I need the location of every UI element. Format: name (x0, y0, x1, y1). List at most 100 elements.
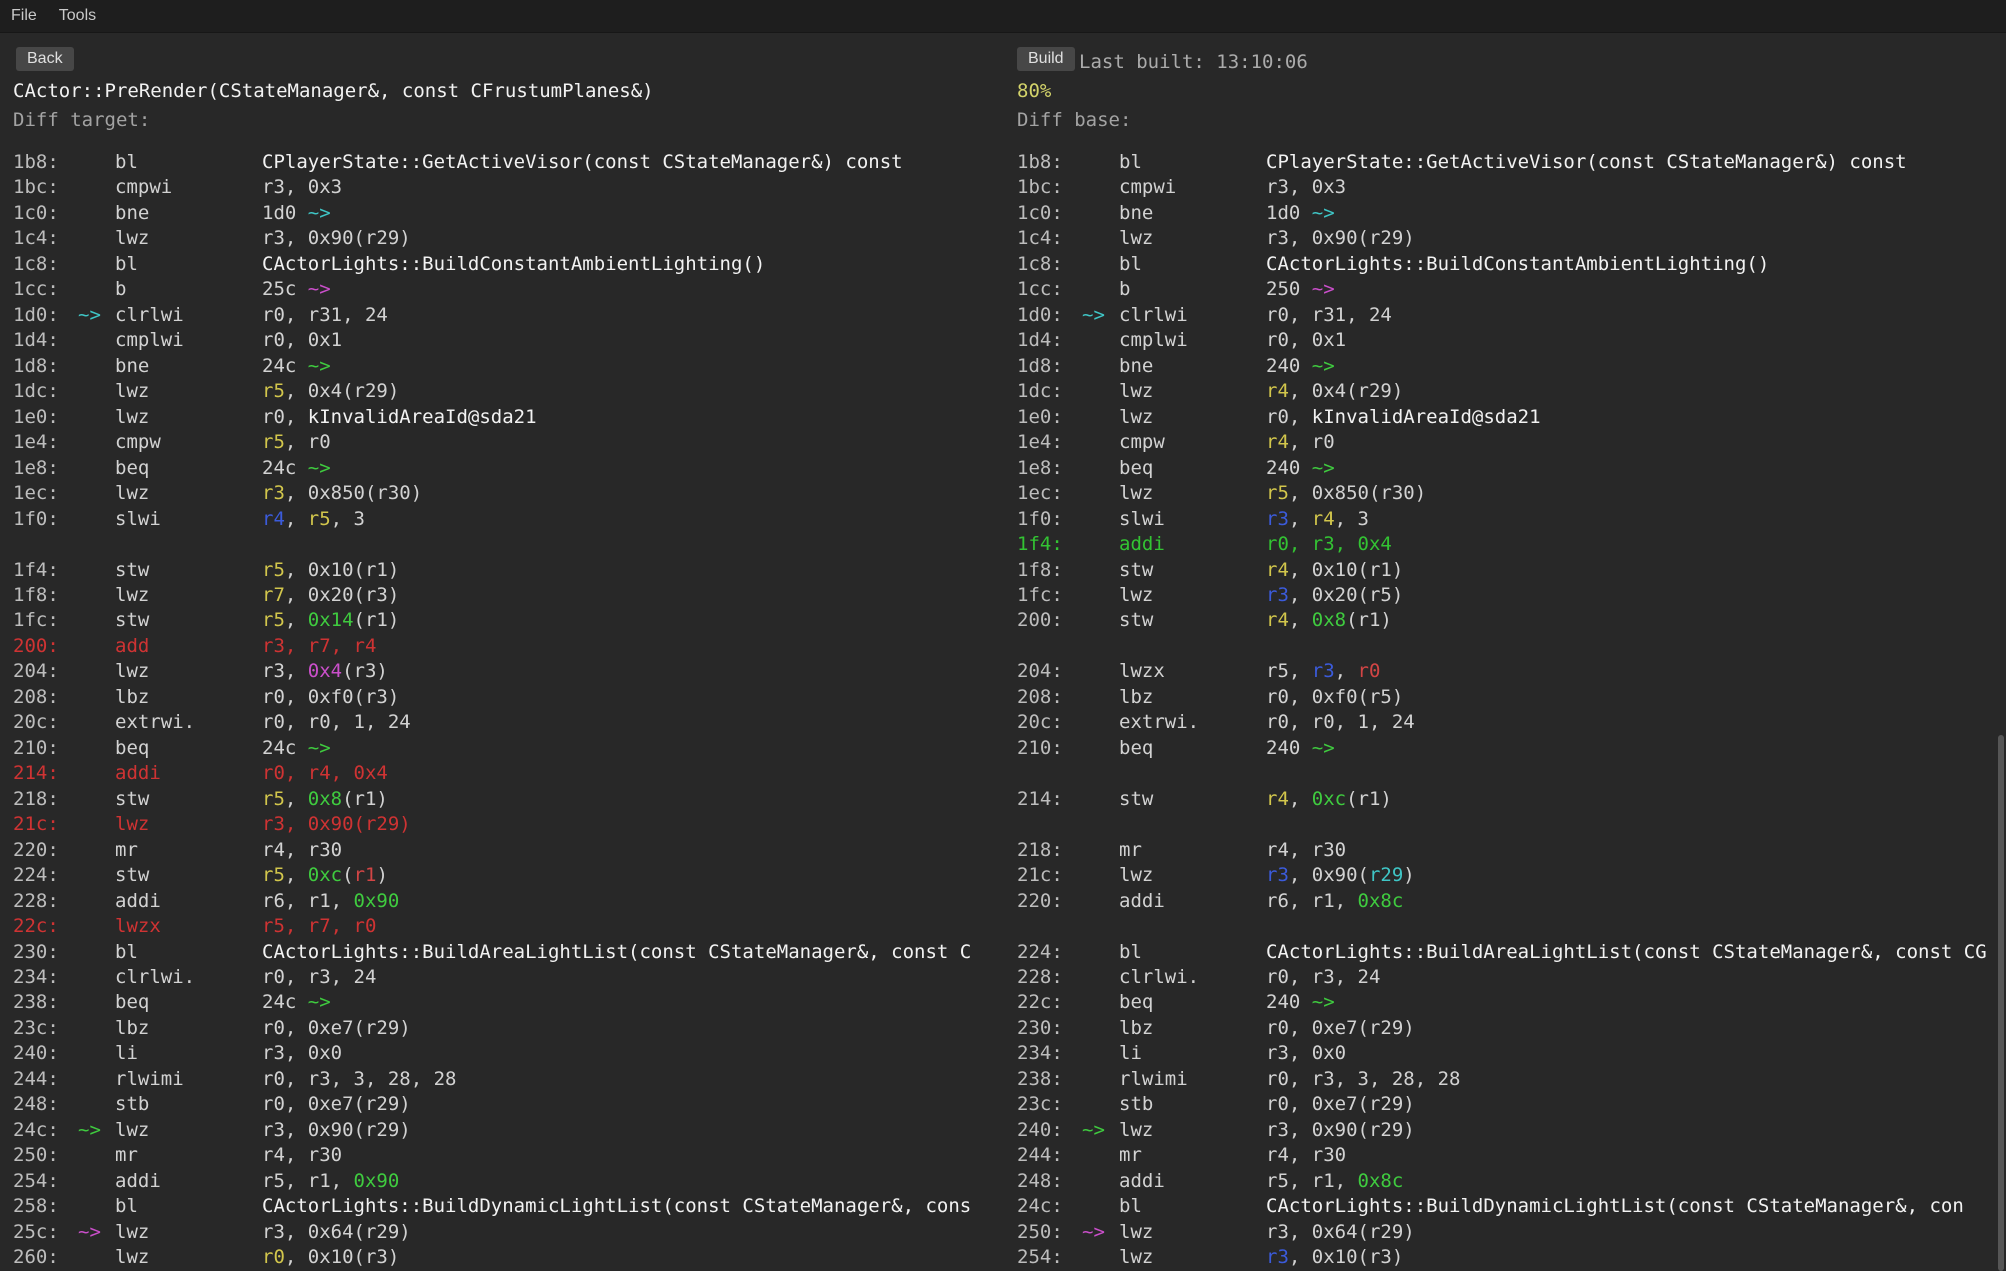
asm-row[interactable]: 21c:lwzr3, 0x90(r29) (13, 812, 1004, 837)
asm-row[interactable]: 218:mrr4, r30 (1017, 838, 1997, 863)
asm-row[interactable]: 1ec:lwzr3, 0x850(r30) (13, 481, 1004, 506)
asm-token: r5 (262, 864, 285, 886)
asm-row[interactable]: 1f0:slwir3, r4, 3 (1017, 507, 1997, 532)
asm-row[interactable]: 208:lbzr0, 0xf0(r3) (13, 685, 1004, 710)
asm-row[interactable]: 208:lbzr0, 0xf0(r5) (1017, 685, 1997, 710)
asm-row[interactable]: 238:beq24c ~> (13, 990, 1004, 1015)
asm-row[interactable]: 254:addir5, r1, 0x90 (13, 1169, 1004, 1194)
asm-row[interactable]: 1bc:cmpwir3, 0x3 (1017, 175, 1997, 200)
asm-row[interactable]: 1ec:lwzr5, 0x850(r30) (1017, 481, 1997, 506)
asm-row[interactable]: 224:stwr5, 0xc(r1) (13, 863, 1004, 888)
asm-row[interactable]: 260:lwzr0, 0x10(r3) (13, 1245, 1004, 1270)
asm-row[interactable]: 23c:lbzr0, 0xe7(r29) (13, 1016, 1004, 1041)
asm-row[interactable]: 20c:extrwi.r0, r0, 1, 24 (1017, 710, 1997, 735)
asm-row[interactable]: 1cc:b25c ~> (13, 277, 1004, 302)
asm-row[interactable]: 1f0:slwir4, r5, 3 (13, 507, 1004, 532)
asm-row[interactable]: 214:addir0, r4, 0x4 (13, 761, 1004, 786)
asm-row[interactable]: 1e4:cmpwr4, r0 (1017, 430, 1997, 455)
asm-row[interactable]: 220:addir6, r1, 0x8c (1017, 889, 1997, 914)
asm-row[interactable]: 230:lbzr0, 0xe7(r29) (1017, 1016, 1997, 1041)
asm-row[interactable]: 22c:lwzxr5, r7, r0 (13, 914, 1004, 939)
asm-row[interactable]: 24c:blCActorLights::BuildDynamicLightLis… (1017, 1194, 1997, 1219)
asm-row[interactable]: 224:blCActorLights::BuildAreaLightList(c… (1017, 940, 1997, 965)
asm-row[interactable] (13, 532, 1004, 557)
asm-row[interactable]: 1f8:stwr4, 0x10(r1) (1017, 558, 1997, 583)
asm-row[interactable]: 1d4:cmplwir0, 0x1 (13, 328, 1004, 353)
asm-row[interactable]: 220:mrr4, r30 (13, 838, 1004, 863)
asm-row[interactable] (1017, 812, 1997, 837)
asm-mnemonic: stw (1119, 787, 1266, 812)
asm-row[interactable]: 210:beq240 ~> (1017, 736, 1997, 761)
asm-row[interactable]: 240:~>lwzr3, 0x90(r29) (1017, 1118, 1997, 1143)
asm-row[interactable]: 234:clrlwi.r0, r3, 24 (13, 965, 1004, 990)
asm-row[interactable]: 21c:lwzr3, 0x90(r29) (1017, 863, 1997, 888)
asm-row[interactable]: 210:beq24c ~> (13, 736, 1004, 761)
scrollbar-thumb[interactable] (1998, 735, 2004, 1271)
asm-row[interactable]: 1f4:addir0, r3, 0x4 (1017, 532, 1997, 557)
asm-row[interactable]: 1c0:bne1d0 ~> (1017, 201, 1997, 226)
asm-row[interactable]: 1fc:lwzr3, 0x20(r5) (1017, 583, 1997, 608)
asm-row[interactable]: 200:addr3, r7, r4 (13, 634, 1004, 659)
asm-row[interactable]: 1f4:stwr5, 0x10(r1) (13, 558, 1004, 583)
asm-row[interactable]: 200:stwr4, 0x8(r1) (1017, 608, 1997, 633)
asm-row[interactable]: 1d8:bne24c ~> (13, 354, 1004, 379)
asm-row[interactable]: 258:blCActorLights::BuildDynamicLightLis… (13, 1194, 1004, 1219)
asm-row[interactable]: 1e8:beq240 ~> (1017, 456, 1997, 481)
asm-row[interactable]: 1c8:blCActorLights::BuildConstantAmbient… (13, 252, 1004, 277)
asm-row[interactable]: 1bc:cmpwir3, 0x3 (13, 175, 1004, 200)
asm-row[interactable]: 218:stwr5, 0x8(r1) (13, 787, 1004, 812)
asm-row[interactable]: 204:lwzxr5, r3, r0 (1017, 659, 1997, 684)
asm-row[interactable]: 1c4:lwzr3, 0x90(r29) (13, 226, 1004, 251)
base-asm-listing[interactable]: 1b8:blCPlayerState::GetActiveVisor(const… (1017, 150, 1997, 1271)
asm-row[interactable]: 22c:beq240 ~> (1017, 990, 1997, 1015)
asm-row[interactable] (1017, 914, 1997, 939)
asm-row[interactable]: 1d0:~>clrlwir0, r31, 24 (13, 303, 1004, 328)
asm-row[interactable]: 1d4:cmplwir0, 0x1 (1017, 328, 1997, 353)
asm-row[interactable]: 1cc:b250 ~> (1017, 277, 1997, 302)
asm-row[interactable]: 1e0:lwzr0, kInvalidAreaId@sda21 (13, 405, 1004, 430)
asm-row[interactable]: 250:mrr4, r30 (13, 1143, 1004, 1168)
asm-row[interactable]: 244:mrr4, r30 (1017, 1143, 1997, 1168)
asm-row[interactable]: 1d0:~>clrlwir0, r31, 24 (1017, 303, 1997, 328)
asm-row[interactable]: 1dc:lwzr4, 0x4(r29) (1017, 379, 1997, 404)
asm-row[interactable]: 1e4:cmpwr5, r0 (13, 430, 1004, 455)
asm-row[interactable]: 1c4:lwzr3, 0x90(r29) (1017, 226, 1997, 251)
build-button[interactable]: Build (1017, 47, 1075, 71)
asm-row[interactable]: 1fc:stwr5, 0x14(r1) (13, 608, 1004, 633)
asm-row[interactable]: 250:~>lwzr3, 0x64(r29) (1017, 1220, 1997, 1245)
asm-row[interactable]: 240:lir3, 0x0 (13, 1041, 1004, 1066)
asm-row[interactable]: 24c:~>lwzr3, 0x90(r29) (13, 1118, 1004, 1143)
asm-row[interactable] (1017, 634, 1997, 659)
asm-row[interactable]: 204:lwzr3, 0x4(r3) (13, 659, 1004, 684)
asm-row[interactable]: 1d8:bne240 ~> (1017, 354, 1997, 379)
asm-row[interactable]: 1b8:blCPlayerState::GetActiveVisor(const… (13, 150, 1004, 175)
menu-file[interactable]: File (0, 2, 48, 30)
asm-row[interactable]: 230:blCActorLights::BuildAreaLightList(c… (13, 940, 1004, 965)
menu-tools[interactable]: Tools (48, 2, 107, 30)
asm-row[interactable]: 1c0:bne1d0 ~> (13, 201, 1004, 226)
asm-mnemonic: beq (115, 736, 262, 761)
asm-row[interactable]: 248:addir5, r1, 0x8c (1017, 1169, 1997, 1194)
asm-row[interactable] (1017, 761, 1997, 786)
asm-row[interactable]: 244:rlwimir0, r3, 3, 28, 28 (13, 1067, 1004, 1092)
asm-row[interactable]: 25c:~>lwzr3, 0x64(r29) (13, 1220, 1004, 1245)
asm-row[interactable]: 1e0:lwzr0, kInvalidAreaId@sda21 (1017, 405, 1997, 430)
asm-row[interactable]: 23c:stbr0, 0xe7(r29) (1017, 1092, 1997, 1117)
asm-row[interactable]: 1dc:lwzr5, 0x4(r29) (13, 379, 1004, 404)
asm-row[interactable]: 1f8:lwzr7, 0x20(r3) (13, 583, 1004, 608)
asm-row[interactable]: 254:lwzr3, 0x10(r3) (1017, 1245, 1997, 1270)
asm-row[interactable]: 1e8:beq24c ~> (13, 456, 1004, 481)
asm-row[interactable]: 234:lir3, 0x0 (1017, 1041, 1997, 1066)
asm-row[interactable]: 238:rlwimir0, r3, 3, 28, 28 (1017, 1067, 1997, 1092)
target-asm-listing[interactable]: 1b8:blCPlayerState::GetActiveVisor(const… (0, 150, 1004, 1271)
asm-row[interactable]: 248:stbr0, 0xe7(r29) (13, 1092, 1004, 1117)
asm-token: ~> (308, 991, 331, 1013)
asm-row[interactable]: 214:stwr4, 0xc(r1) (1017, 787, 1997, 812)
asm-row[interactable]: 228:clrlwi.r0, r3, 24 (1017, 965, 1997, 990)
asm-row[interactable]: 1c8:blCActorLights::BuildConstantAmbient… (1017, 252, 1997, 277)
asm-mnemonic: clrlwi (1119, 303, 1266, 328)
asm-row[interactable]: 1b8:blCPlayerState::GetActiveVisor(const… (1017, 150, 1997, 175)
asm-row[interactable]: 228:addir6, r1, 0x90 (13, 889, 1004, 914)
back-button[interactable]: Back (16, 47, 74, 71)
asm-row[interactable]: 20c:extrwi.r0, r0, 1, 24 (13, 710, 1004, 735)
